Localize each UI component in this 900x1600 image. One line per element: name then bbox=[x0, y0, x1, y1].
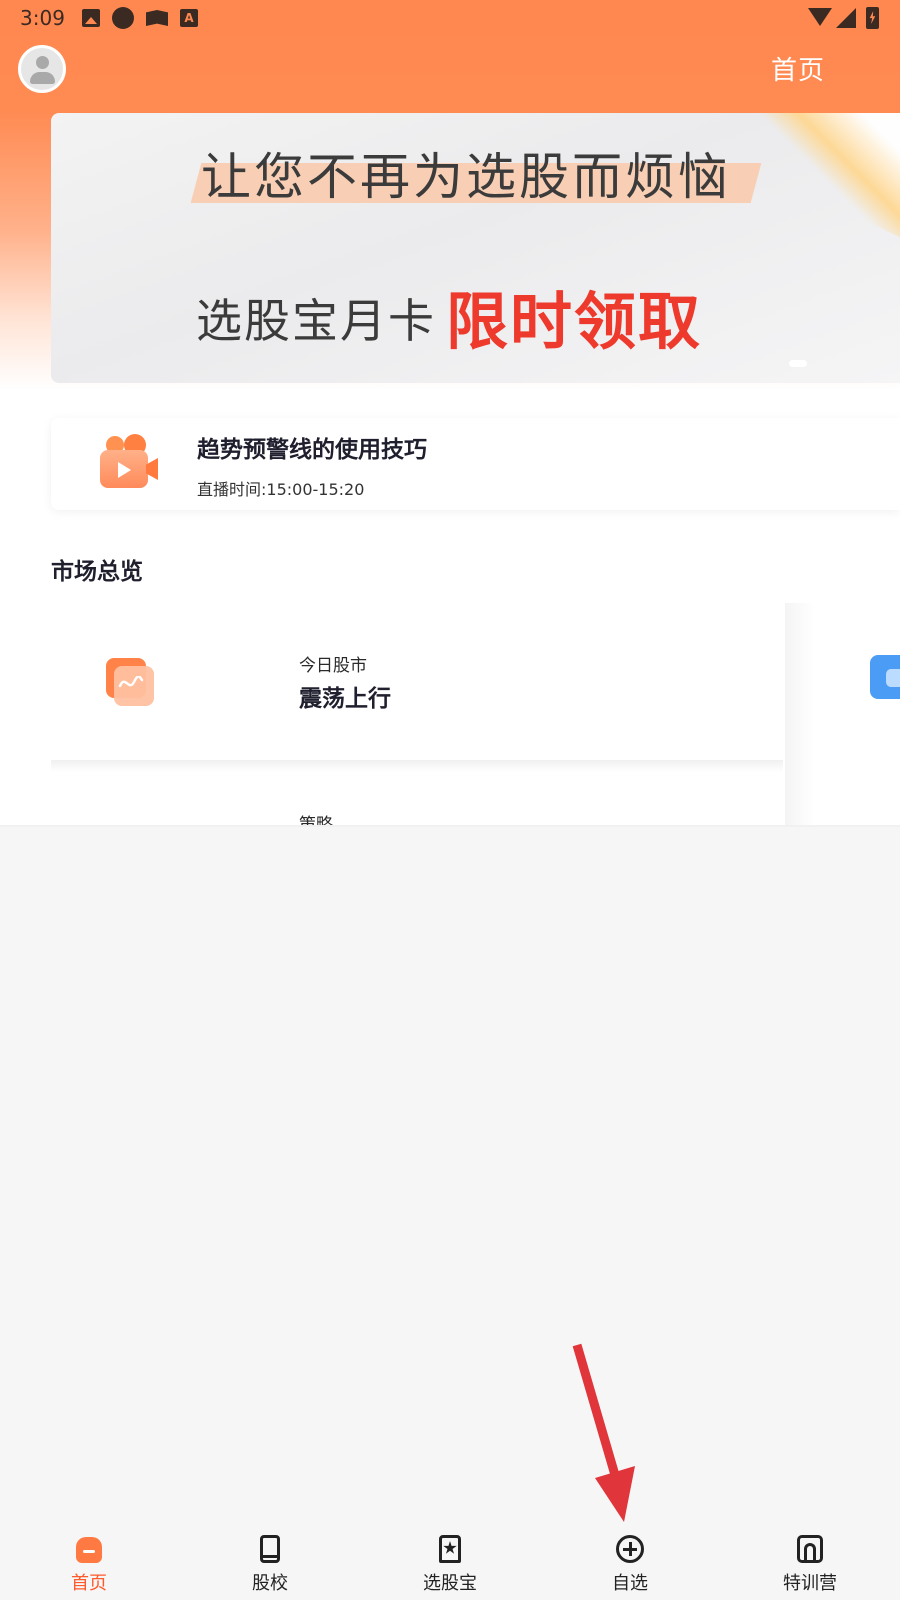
tab-label: 股校 bbox=[252, 1573, 288, 1594]
market-overview-title: 市场总览 bbox=[51, 559, 143, 585]
battery-charging-icon bbox=[866, 7, 879, 29]
tab-training-camp[interactable]: 特训营 bbox=[750, 1520, 870, 1600]
tab-label: 选股宝 bbox=[423, 1573, 477, 1594]
tab-watchlist[interactable]: 自选 bbox=[570, 1520, 690, 1600]
market-value: 震荡上行 bbox=[299, 686, 391, 712]
market-next-label: 策略 bbox=[299, 815, 333, 825]
signal-icon bbox=[836, 8, 856, 28]
avatar-body bbox=[30, 72, 55, 84]
content-fold-edge bbox=[0, 825, 900, 827]
user-avatar-icon[interactable] bbox=[18, 45, 66, 93]
status-time: 3:09 bbox=[20, 6, 65, 30]
bottom-tab-bar: 首页 股校 选股宝 自选 特训营 bbox=[0, 1520, 900, 1600]
page-title: 首页 bbox=[770, 56, 825, 86]
tab-stock-picker[interactable]: 选股宝 bbox=[390, 1520, 510, 1600]
circle-icon bbox=[112, 7, 134, 29]
red-arrow-annotation bbox=[572, 1343, 635, 1522]
banner-headline: 让您不再为选股而烦恼 bbox=[201, 148, 731, 206]
market-card-today[interactable]: 今日股市 震荡上行 bbox=[51, 603, 783, 760]
image-icon bbox=[82, 9, 100, 27]
plus-circle-icon bbox=[614, 1533, 646, 1565]
map-icon bbox=[146, 10, 168, 26]
market-label: 今日股市 bbox=[299, 656, 367, 676]
banner-highlight-text: 限时领取 bbox=[446, 285, 703, 358]
banner-subline: 选股宝月卡 bbox=[196, 294, 436, 348]
wave-chart-icon bbox=[106, 658, 154, 706]
card-gap bbox=[785, 603, 815, 825]
live-time: 直播时间:15:00-15:20 bbox=[197, 480, 365, 499]
card-divider bbox=[51, 760, 783, 772]
tab-home[interactable]: 首页 bbox=[29, 1520, 149, 1600]
tab-label: 自选 bbox=[612, 1573, 648, 1594]
live-stream-card[interactable]: 趋势预警线的使用技巧 直播时间:15:00-15:20 bbox=[51, 418, 900, 510]
book-icon bbox=[254, 1533, 286, 1565]
promo-banner[interactable]: 让您不再为选股而烦恼 选股宝月卡 限时领取 bbox=[51, 113, 900, 383]
blue-card-icon bbox=[870, 655, 900, 699]
video-camera-icon bbox=[98, 434, 160, 492]
font-a-icon: A bbox=[180, 9, 198, 27]
avatar-head bbox=[36, 56, 49, 69]
tab-school[interactable]: 股校 bbox=[210, 1520, 330, 1600]
tab-label: 特训营 bbox=[783, 1573, 837, 1594]
banner-page-indicator bbox=[789, 360, 807, 367]
wifi-icon bbox=[808, 8, 832, 26]
bookmark-star-icon bbox=[434, 1533, 466, 1565]
live-title: 趋势预警线的使用技巧 bbox=[197, 437, 427, 463]
home-icon bbox=[73, 1533, 105, 1565]
app-screen: 3:09 A 首页 让您不再为选股而烦恼 选股宝月卡 限时领取 趋势预警线的使用… bbox=[0, 0, 900, 1600]
arch-icon bbox=[794, 1533, 826, 1565]
tab-label: 首页 bbox=[71, 1573, 107, 1594]
status-bar: 3:09 A bbox=[0, 0, 900, 36]
